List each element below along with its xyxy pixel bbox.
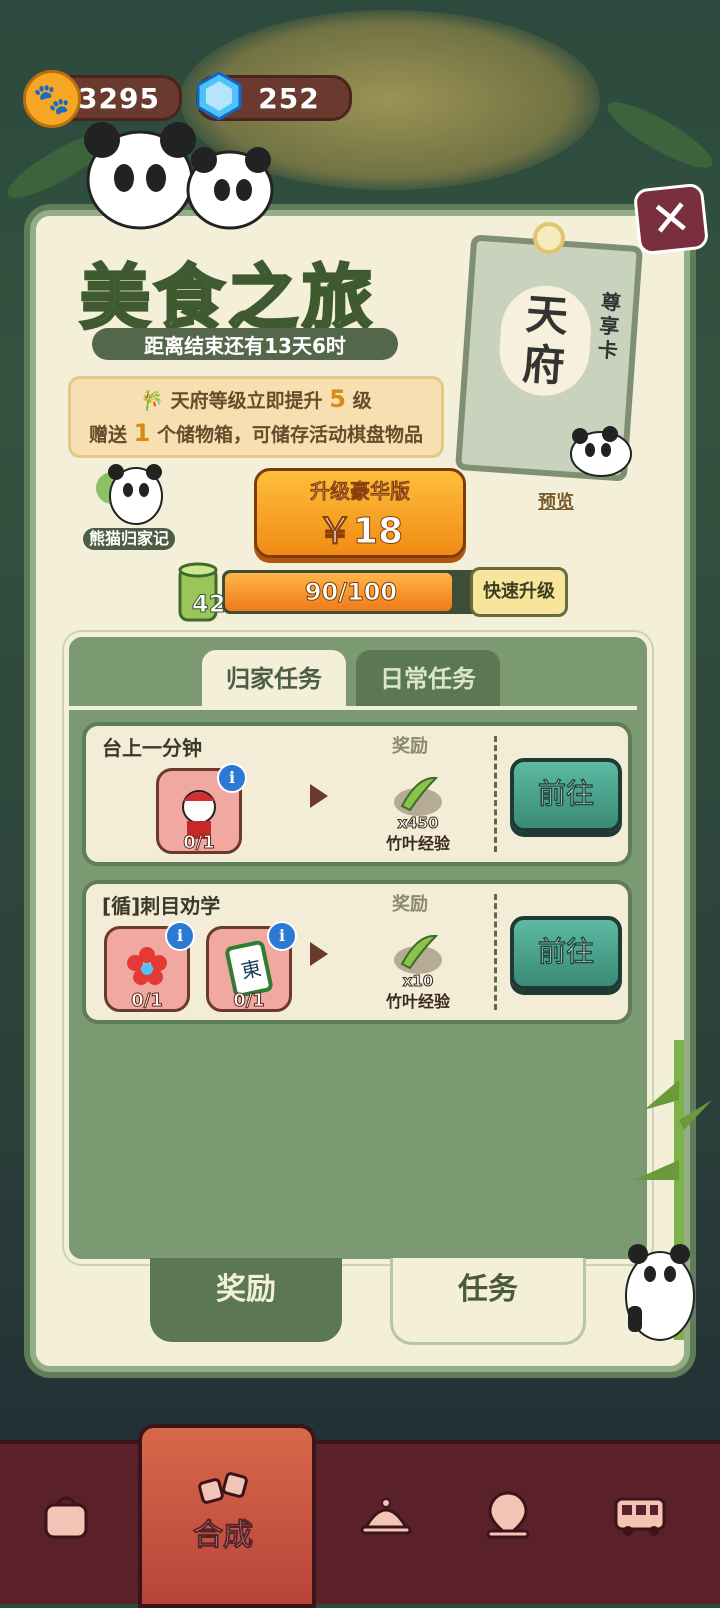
info-icon[interactable]: i: [217, 763, 247, 793]
arrow-right-icon: [310, 784, 328, 808]
item-count: 0/1: [183, 832, 216, 854]
benefit-line-1: 🎋 天府等级立即提升 5 级: [71, 385, 441, 413]
reward-label: 竹叶经验: [385, 834, 450, 853]
benefit-level-number: 5: [329, 385, 346, 413]
paw-icon: 🐾: [23, 70, 81, 128]
reward-label: 竹叶经验: [385, 992, 450, 1011]
benefit-text: 个储物箱，可储存活动棋盘物品: [156, 424, 423, 446]
level-number: 42: [191, 590, 226, 619]
tab-daily-tasks[interactable]: 日常任务: [356, 650, 500, 708]
task-card: [循]刺目劝学 奖励 i 0/1 東 i 0/1 x10 竹叶经验 前往: [82, 880, 632, 1024]
task-item[interactable]: 東 i 0/1: [206, 921, 297, 1012]
panda-book-label[interactable]: 熊猫归家记: [83, 528, 175, 550]
reward: x450 竹叶经验: [378, 772, 458, 854]
upgrade-deluxe-button[interactable]: 升级豪华版 ￥18: [254, 468, 466, 558]
reward: x10 竹叶经验: [378, 930, 458, 1012]
bag-icon: [44, 1496, 88, 1539]
preview-link[interactable]: 预览: [538, 488, 574, 514]
benefit-text: 天府等级立即提升: [170, 390, 323, 412]
benefit-box: 🎋 天府等级立即提升 5 级 赠送 1 个储物箱，可储存活动棋盘物品: [68, 376, 444, 458]
info-icon[interactable]: i: [267, 921, 297, 951]
item-count: 0/1: [233, 990, 266, 1012]
item-count: 0/1: [131, 990, 164, 1012]
fast-upgrade-button[interactable]: 快速升级: [470, 567, 568, 617]
diamond-icon: [193, 70, 245, 122]
progress-text: 90/100: [304, 578, 398, 607]
benefit-text: 赠送: [89, 424, 128, 446]
leaf-icon: 🎋: [140, 390, 165, 412]
panda-decoration-icon: [625, 1244, 695, 1341]
card-side-label: 尊享卡: [596, 289, 622, 363]
nav-merge-label: 合成: [193, 1518, 254, 1554]
panda-decoration-icon: [570, 426, 632, 477]
tab-rewards[interactable]: 奖励: [150, 1258, 342, 1342]
upgrade-label: 升级豪华版: [310, 479, 411, 504]
event-countdown: 距离结束还有13天6时: [92, 328, 398, 360]
panda-book-icon[interactable]: [92, 458, 170, 528]
upgrade-price: ￥18: [316, 511, 404, 553]
knot-icon: [533, 222, 565, 254]
go-button[interactable]: 前往: [510, 916, 622, 990]
divider: [494, 736, 497, 852]
nav-map-tab[interactable]: [448, 1460, 568, 1570]
location-pin-icon: [486, 1491, 530, 1539]
nav-dish-tab[interactable]: [326, 1460, 446, 1570]
food-cloche-icon: [360, 1498, 412, 1535]
panda-decoration-icon: [84, 122, 274, 230]
level-badge: 42: [168, 560, 232, 624]
card-char: 天: [524, 289, 570, 342]
background-leaf: [600, 92, 720, 178]
benefit-text: 级: [352, 390, 372, 412]
tab-tasks[interactable]: 任务: [390, 1258, 586, 1345]
level-progress-bar: 90/100: [222, 570, 480, 614]
go-button[interactable]: 前往: [510, 758, 622, 832]
close-button[interactable]: ✕: [632, 182, 710, 256]
gem-currency-counter[interactable]: 252: [196, 71, 352, 121]
bus-icon: [614, 1497, 666, 1536]
nav-bag-tab[interactable]: [6, 1460, 126, 1570]
paw-amount: 3295: [78, 81, 160, 115]
task-item[interactable]: i 0/1: [104, 921, 195, 1012]
reward-header: 奖励: [392, 894, 428, 915]
benefit-box-number: 1: [133, 419, 151, 447]
task-title: 台上一分钟: [102, 736, 202, 760]
info-icon[interactable]: i: [165, 921, 195, 951]
gem-amount: 252: [258, 81, 320, 115]
task-title: [循]刺目劝学: [102, 894, 221, 918]
arrow-right-icon: [310, 942, 328, 966]
benefit-line-2: 赠送 1 个储物箱，可储存活动棋盘物品: [71, 419, 441, 447]
bamboo-leaf-icon: [394, 934, 442, 974]
card-char: 府: [520, 339, 567, 392]
vip-card-emblem: 天 府: [496, 282, 594, 399]
task-item[interactable]: i 0/1: [156, 763, 247, 854]
tab-divider: [69, 706, 637, 710]
paw-currency-counter[interactable]: 🐾 3295: [23, 70, 182, 128]
bamboo-leaf-icon: [394, 776, 442, 816]
task-card: 台上一分钟 奖励 i 0/1 x450 竹叶经验 前往: [82, 722, 632, 866]
reward-header: 奖励: [392, 736, 428, 757]
tab-home-tasks[interactable]: 归家任务: [202, 650, 346, 708]
divider: [494, 894, 497, 1010]
nav-bus-tab[interactable]: [580, 1460, 700, 1570]
